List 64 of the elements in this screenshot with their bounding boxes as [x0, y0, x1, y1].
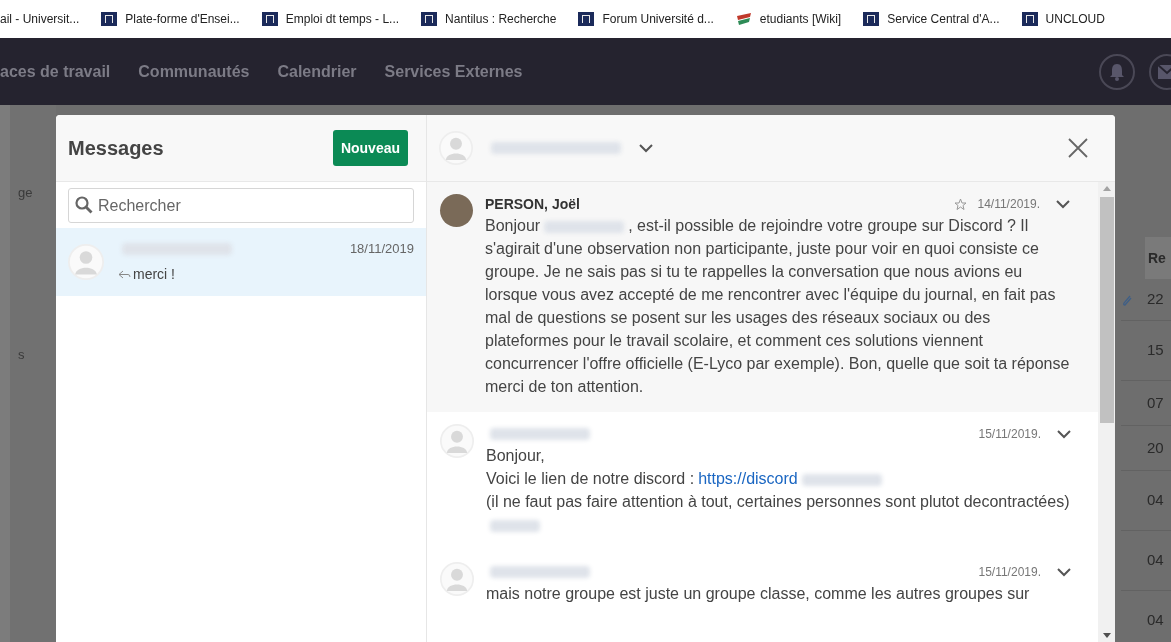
bookmark-link[interactable]: ail - Universit... — [0, 10, 80, 28]
scrollbar[interactable] — [1098, 182, 1115, 642]
message-text: Bonjour — [485, 217, 541, 234]
panel-title: Messages — [68, 136, 164, 161]
star-icon[interactable] — [954, 197, 968, 211]
bookmark-link[interactable]: Nantilus : Recherche — [445, 10, 557, 28]
chevron-down-icon[interactable] — [639, 143, 653, 153]
background-text: ge — [18, 184, 34, 202]
bell-icon — [1109, 62, 1125, 81]
message-date: 14/11/2019. — [977, 196, 1040, 213]
table-cell-text: 04 — [1147, 550, 1164, 571]
table-cell-text: 04 — [1147, 610, 1164, 631]
table-cell-text: 22 — [1147, 289, 1164, 310]
new-message-button[interactable]: Nouveau — [332, 130, 408, 166]
bookmark-link[interactable]: Emploi dt temps - L... — [285, 10, 400, 28]
nav-link[interactable]: Communautés — [138, 59, 250, 84]
bookmark-link[interactable]: Forum Université d... — [602, 10, 714, 28]
table-cell-text: 07 — [1147, 392, 1164, 413]
table-cell-text: 15 — [1147, 340, 1164, 361]
column-header: Re — [1145, 237, 1171, 279]
bookmark-favicon-icon — [735, 12, 752, 26]
table-cell-text: 04 — [1147, 490, 1164, 511]
nav-link[interactable]: aces de travail — [0, 59, 111, 84]
nav-link[interactable]: Calendrier — [277, 59, 357, 84]
message-text: mais notre groupe est juste un groupe classe, comme les autres groupes sur — [486, 585, 1030, 602]
message-link[interactable]: https://discord — [698, 470, 798, 487]
avatar-silhouette-icon — [440, 562, 474, 596]
bookmark-favicon-icon — [421, 12, 438, 26]
conversation-preview: merci ! — [133, 265, 175, 285]
bookmark-link[interactable]: etudiants [Wiki] — [759, 10, 842, 28]
bookmark-favicon-icon — [261, 12, 278, 26]
blurred-text — [490, 519, 540, 532]
message-text: (il ne faut pas faire attention à tout, certaines personnes sont plutot decontractées) — [486, 493, 1070, 510]
message-text: Bonjour, — [486, 447, 545, 464]
chevron-down-icon[interactable] — [1057, 429, 1071, 439]
chevron-down-icon[interactable] — [1056, 199, 1070, 209]
conversation-item[interactable]: 18/11/2019 merci ! — [56, 228, 426, 296]
nav-link[interactable]: Services Externes — [384, 59, 523, 84]
avatar-silhouette-icon — [440, 424, 474, 458]
scroll-down-icon[interactable] — [1102, 633, 1111, 638]
scrollbar-thumb[interactable] — [1099, 197, 1114, 423]
reply-arrow-icon — [118, 269, 131, 280]
bookmark-favicon-icon — [863, 12, 880, 26]
table-cell-text: 20 — [1147, 437, 1164, 458]
message-date: 15/11/2019. — [978, 564, 1041, 581]
avatar-silhouette-icon — [68, 244, 104, 280]
chevron-down-icon[interactable] — [1057, 567, 1071, 577]
message-author: PERSON, Joël — [485, 194, 580, 214]
bookmark-link[interactable]: Service Central d'A... — [887, 10, 1000, 28]
message-date: 15/11/2019. — [978, 426, 1041, 443]
bookmark-link[interactable]: UNCLOUD — [1045, 10, 1105, 28]
message-text: Voici le lien de notre discord : — [486, 470, 695, 487]
search-icon — [75, 196, 93, 214]
photo-placeholder — [440, 194, 473, 227]
message-text: , est-il possible de rejoindre votre groupe sur Discord ? Il — [628, 217, 1029, 234]
avatar-silhouette-icon — [439, 131, 473, 165]
search-field[interactable]: Rechercher — [68, 188, 414, 223]
bookmark-favicon-icon — [101, 12, 118, 26]
message-text: s'agirait d'une observation non participante, juste pour voir en quoi consiste ce groupe. Je ne sais pas si tu te rappelles la conversation que nous avions eu lorsque vous avez accepté de me rencontrer avec l'équipe du journal, en fait pas mal de questions se posent sur les usages des réseaux sociaux ou des plateformes pour le travail scolaire, et comment ces solutions viennent concurrencer l'offre officielle (E-Lyco par exemple). Bon, quelle que soit ta réponse merci de ton attention. — [485, 240, 1070, 395]
bookmark-link[interactable]: Plate-forme d'Ensei... — [125, 10, 240, 28]
bookmark-favicon-icon — [578, 12, 595, 26]
conversation-date: 18/11/2019 — [349, 239, 414, 258]
bookmark-favicon-icon — [1021, 12, 1038, 26]
close-icon — [1068, 138, 1088, 158]
